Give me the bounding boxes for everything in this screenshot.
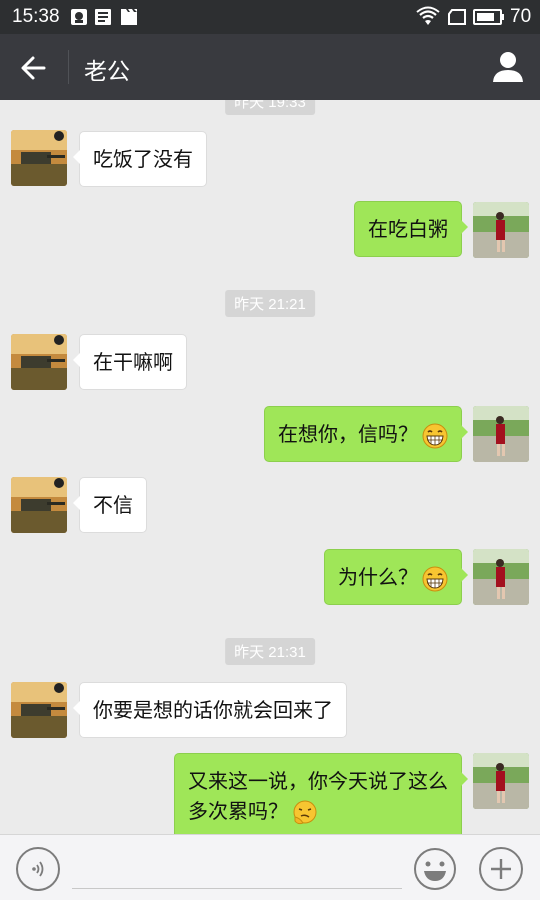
user-avatar[interactable] <box>473 202 529 258</box>
chat-header: 老公 <box>0 34 540 100</box>
user-avatar[interactable] <box>473 549 529 605</box>
header-divider <box>68 50 69 84</box>
chat-history[interactable]: 昨天 19:33 吃饭了没有 在吃白粥 昨天 21:21 在干嘛啊 在想你，信吗… <box>0 100 540 834</box>
message-text: 为什么？ <box>338 565 418 589</box>
message-bubble-sent[interactable]: 在想你，信吗？ <box>264 406 468 462</box>
video-icon <box>121 9 137 25</box>
emoji-button-icon[interactable] <box>413 847 457 891</box>
message-bubble-sent[interactable]: 在吃白粥 <box>354 201 468 257</box>
status-bar: 15:38 70 <box>0 0 540 34</box>
user-avatar[interactable] <box>473 753 529 809</box>
contact-avatar[interactable] <box>11 477 67 533</box>
status-time: 15:38 <box>12 6 60 27</box>
input-bar <box>0 834 540 900</box>
document-icon <box>95 9 111 25</box>
grin-emoji-icon <box>422 566 448 591</box>
profile-icon[interactable] <box>490 48 526 84</box>
battery-level: 70 <box>510 6 532 27</box>
voice-input-button[interactable] <box>16 847 60 891</box>
plus-icon <box>491 859 511 879</box>
thinking-emoji-icon <box>293 800 317 824</box>
timestamp: 昨天 19:33 <box>225 100 315 115</box>
message-input[interactable] <box>72 845 402 889</box>
message-text-line: 又来这一说，你今天说了这么 <box>188 769 448 793</box>
message-text-line: 多次累吗？ <box>188 799 288 823</box>
wifi-icon <box>416 6 440 25</box>
timestamp: 昨天 21:31 <box>225 638 315 665</box>
voice-icon <box>32 861 44 877</box>
chat-title: 老公 <box>84 59 130 85</box>
message-bubble-received[interactable]: 不信 <box>73 477 147 533</box>
contact-avatar[interactable] <box>11 682 67 738</box>
timestamp: 昨天 21:21 <box>225 290 315 317</box>
message-bubble-received[interactable]: 你要是想的话你就会回来了 <box>73 682 347 738</box>
message-text: 在想你，信吗？ <box>278 422 418 446</box>
grin-emoji-icon <box>422 423 448 448</box>
battery-icon <box>473 9 504 25</box>
message-bubble-sent[interactable]: 为什么？ <box>324 549 468 605</box>
back-arrow-icon[interactable] <box>14 48 54 88</box>
message-bubble-received[interactable]: 在干嘛啊 <box>73 334 187 390</box>
sim-icon <box>448 9 466 25</box>
message-bubble-received[interactable]: 吃饭了没有 <box>73 131 207 187</box>
message-bubble-sent[interactable]: 又来这一说，你今天说了这么 多次累吗？ <box>174 753 468 834</box>
notification-icon <box>71 9 87 25</box>
more-button[interactable] <box>479 847 523 891</box>
contact-avatar[interactable] <box>11 130 67 186</box>
user-avatar[interactable] <box>473 406 529 462</box>
contact-avatar[interactable] <box>11 334 67 390</box>
